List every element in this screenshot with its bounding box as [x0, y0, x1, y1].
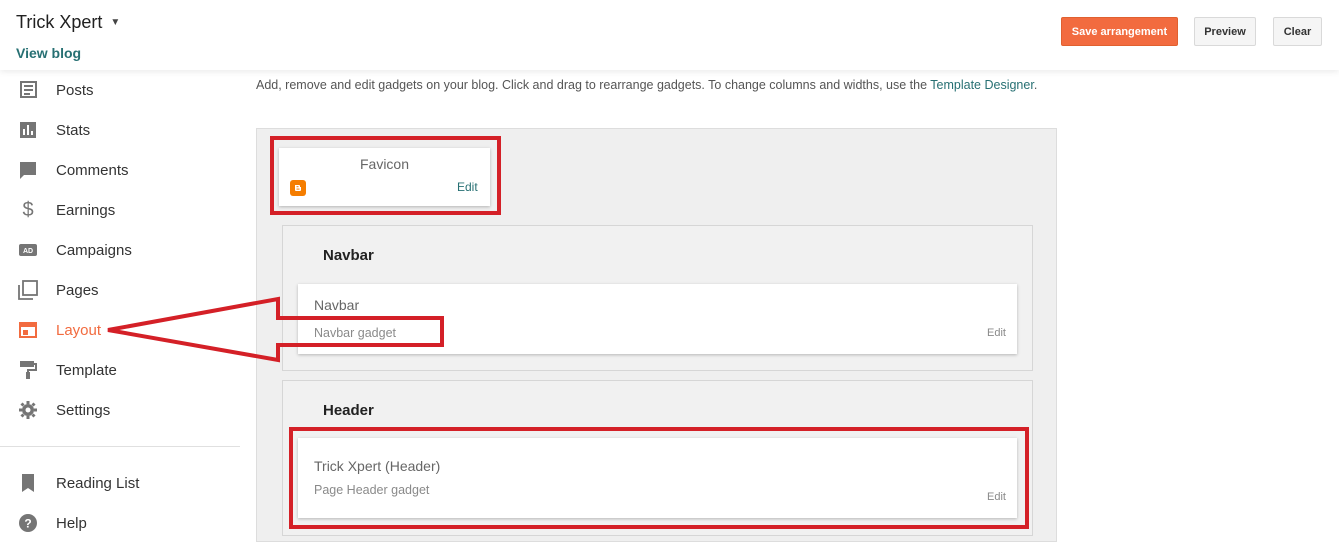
layout-canvas: Favicon Edit Navbar Navbar Navbar gadget…: [256, 128, 1057, 542]
sidebar-item-comments[interactable]: Comments: [0, 150, 240, 190]
sidebar-item-reading-list[interactable]: Reading List: [0, 463, 240, 503]
sidebar-item-label: Campaigns: [56, 241, 132, 259]
sidebar-item-layout[interactable]: Layout: [0, 310, 240, 350]
navbar-gadget-subtitle: Navbar gadget: [314, 326, 397, 340]
blog-title: Trick Xpert: [16, 12, 103, 32]
gear-icon: [18, 400, 38, 420]
sidebar-item-label: Layout: [56, 321, 102, 339]
caret-down-icon: ▼: [110, 17, 121, 28]
sidebar-item-campaigns[interactable]: AD Campaigns: [0, 230, 240, 270]
dollar-icon: $: [22, 198, 34, 221]
sidebar-item-label: Posts: [56, 81, 94, 99]
sidebar-item-help[interactable]: ? Help: [0, 503, 240, 543]
sidebar-item-pages[interactable]: Pages: [0, 270, 240, 310]
sidebar-item-label: Comments: [56, 161, 129, 179]
bookmark-icon: [18, 473, 38, 493]
favicon-edit-link[interactable]: Edit: [457, 180, 478, 194]
top-bar: Trick Xpert ▼ View blog Save arrangement…: [0, 0, 1339, 70]
header-section: Header Trick Xpert (Header) Page Header …: [282, 380, 1033, 536]
comments-icon: [18, 160, 38, 180]
description-text: Add, remove and edit gadgets on your blo…: [256, 78, 928, 92]
blogger-icon: [290, 180, 306, 196]
navbar-edit-link[interactable]: Edit: [987, 327, 1006, 339]
navbar-section-title: Navbar: [323, 247, 374, 264]
ad-icon: AD: [18, 240, 38, 260]
header-section-title: Header: [323, 402, 374, 419]
view-blog-link[interactable]: View blog: [16, 45, 81, 61]
sidebar-item-label: Earnings: [56, 201, 116, 219]
header-gadget-title: Trick Xpert (Header): [314, 458, 441, 474]
favicon-gadget-title: Favicon: [359, 156, 410, 172]
sidebar-divider: [0, 446, 240, 447]
preview-button[interactable]: Preview: [1194, 17, 1256, 46]
sidebar-item-stats[interactable]: Stats: [0, 110, 240, 150]
header-gadget[interactable]: Trick Xpert (Header) Page Header gadget …: [298, 438, 1017, 518]
svg-text:AD: AD: [23, 248, 33, 255]
sidebar-item-template[interactable]: Template: [0, 350, 240, 390]
layout-description: Add, remove and edit gadgets on your blo…: [256, 77, 1046, 93]
svg-text:?: ?: [24, 517, 31, 531]
template-designer-link[interactable]: Template Designer: [930, 78, 1034, 92]
navbar-gadget-title: Navbar: [314, 297, 360, 313]
pages-icon: [18, 280, 38, 300]
layout-icon: [18, 320, 38, 340]
favicon-gadget[interactable]: Favicon Edit: [279, 148, 490, 206]
header-gadget-subtitle: Page Header gadget: [314, 483, 430, 497]
description-end: .: [1033, 78, 1038, 92]
help-icon: ?: [18, 513, 38, 533]
sidebar-item-label: Settings: [56, 401, 111, 419]
posts-icon: [18, 80, 38, 100]
clear-button[interactable]: Clear: [1273, 17, 1322, 46]
paint-roller-icon: [18, 360, 38, 380]
sidebar-item-label: Stats: [56, 121, 91, 139]
sidebar-nav: Posts Stats Comments $ Earnings AD Campa…: [0, 70, 240, 542]
sidebar-item-label: Pages: [56, 281, 99, 299]
sidebar-item-earnings[interactable]: $ Earnings: [0, 190, 240, 230]
save-arrangement-button[interactable]: Save arrangement: [1061, 17, 1178, 46]
sidebar-item-label: Help: [56, 514, 87, 532]
sidebar-item-label: Reading List: [56, 474, 140, 492]
blog-title-dropdown[interactable]: Trick Xpert ▼: [16, 12, 120, 33]
sidebar-item-settings[interactable]: Settings: [0, 390, 240, 430]
sidebar-item-label: Template: [56, 361, 117, 379]
navbar-section: Navbar Navbar Navbar gadget Edit: [282, 225, 1033, 371]
sidebar-item-posts[interactable]: Posts: [0, 70, 240, 110]
stats-icon: [18, 120, 38, 140]
header-edit-link[interactable]: Edit: [987, 491, 1006, 503]
navbar-gadget[interactable]: Navbar Navbar gadget Edit: [298, 284, 1017, 354]
